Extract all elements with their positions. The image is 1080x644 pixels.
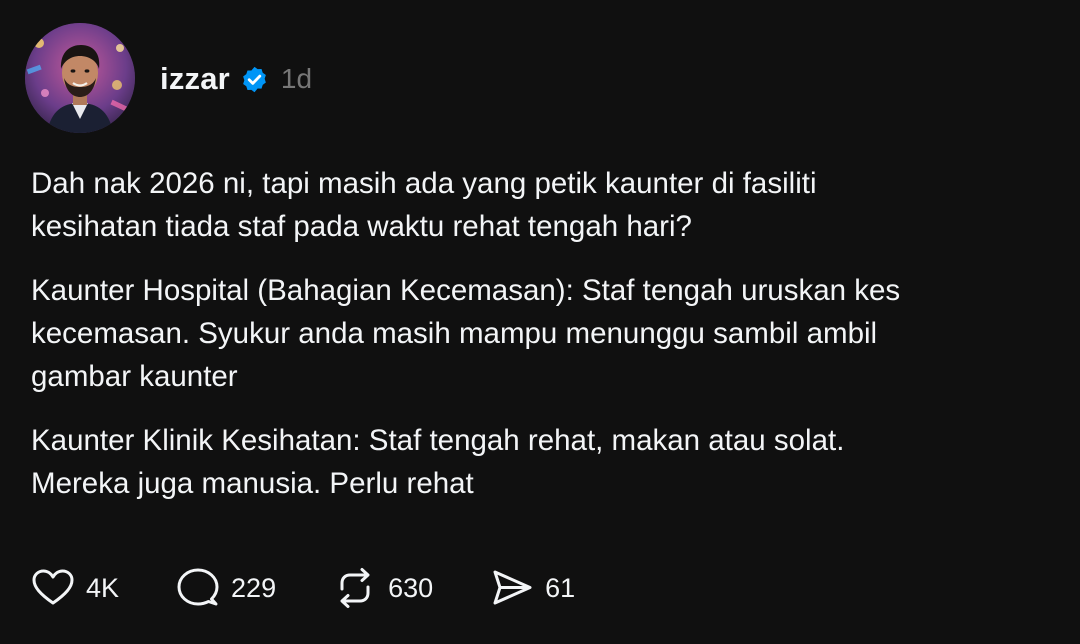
share-count: 61: [545, 572, 576, 603]
post-paragraph: Kaunter Klinik Kesihatan: Staf tengah re…: [31, 424, 845, 500]
reply-button[interactable]: 229: [175, 565, 276, 611]
avatar[interactable]: [25, 23, 135, 133]
share-button[interactable]: 61: [489, 565, 575, 611]
heart-icon: [30, 565, 76, 611]
repost-icon: [332, 565, 378, 611]
repost-button[interactable]: 630: [332, 565, 433, 611]
like-button[interactable]: 4K: [30, 565, 119, 611]
thread-post: izzar 1d Dah nak 2026 ni, tapi masih ada…: [0, 0, 1080, 644]
comment-icon: [175, 565, 221, 611]
profile-photo: [25, 23, 135, 133]
author-username[interactable]: izzar: [160, 61, 230, 97]
post-paragraph: Dah nak 2026 ni, tapi masih ada yang pet…: [31, 167, 817, 243]
post-paragraph: Kaunter Hospital (Bahagian Kecemasan): S…: [31, 274, 901, 393]
like-count: 4K: [86, 572, 120, 603]
repost-count: 630: [388, 572, 434, 603]
post-header: izzar 1d: [160, 57, 312, 101]
verified-badge-icon: [240, 65, 269, 94]
post-body: Dah nak 2026 ni, tapi masih ada yang pet…: [31, 162, 1051, 526]
reply-count: 229: [231, 572, 277, 603]
post-timestamp[interactable]: 1d: [281, 63, 312, 95]
post-actions: 4K 229 630 61: [30, 564, 631, 612]
send-icon: [489, 565, 535, 611]
